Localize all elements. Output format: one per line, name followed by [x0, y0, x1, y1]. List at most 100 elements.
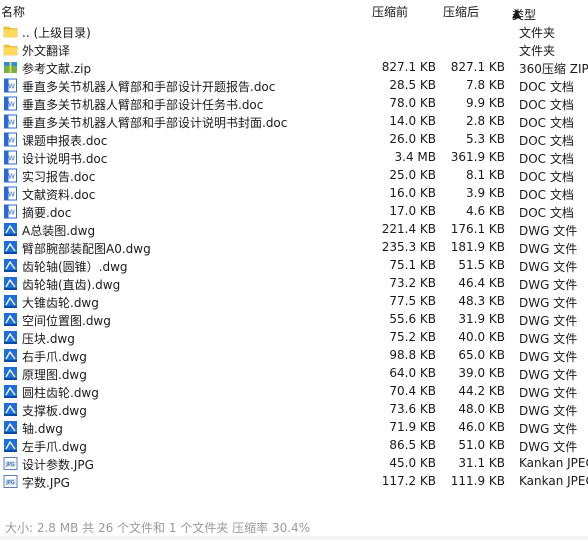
column-compressed-header[interactable]: 压缩后	[443, 3, 479, 20]
file-name: 轴.dwg	[22, 422, 63, 436]
jpg-icon: JPG	[3, 474, 18, 489]
file-size: 14.0 KB	[389, 114, 436, 128]
column-size-header[interactable]: 压缩前	[372, 3, 408, 20]
file-row[interactable]: W 垂直多关节机器人臂部和手部设计开题报告.doc 28.5 KB 7.8 KB DOC…	[0, 77, 588, 95]
file-name: 齿轮轴(圆锥）.dwg	[22, 260, 128, 274]
svg-text:W: W	[8, 155, 15, 163]
file-size: 70.4 KB	[389, 384, 436, 398]
dwg-icon	[3, 438, 18, 453]
file-row[interactable]: W 垂直多关节机器人臂部和手部设计说明书封面.doc 14.0 KB 2.8 KB DO…	[0, 113, 588, 131]
file-row[interactable]: JPG 字数.JPG 117.2 KB 111.9 KB Kankan JPEG	[0, 473, 588, 491]
doc-icon: W	[3, 168, 18, 183]
dwg-icon	[3, 402, 18, 417]
column-name-header[interactable]: 名称	[1, 3, 25, 20]
file-compressed-size: 7.8 KB	[466, 78, 505, 92]
file-size: 3.4 MB	[394, 150, 436, 164]
file-name: 齿轮轴(直齿).dwg	[22, 278, 121, 292]
file-row[interactable]: 空间位置图.dwg 55.6 KB 31.9 KB DWG 文件	[0, 311, 588, 329]
file-compressed-size: 8.1 KB	[466, 168, 505, 182]
file-type: 文件夹	[519, 44, 556, 58]
file-name: 圆柱齿轮.dwg	[22, 386, 99, 400]
folder-icon	[3, 24, 18, 39]
file-row[interactable]: 支撑板.dwg 73.6 KB 48.0 KB DWG 文件	[0, 401, 588, 419]
file-row[interactable]: 齿轮轴(直齿).dwg 73.2 KB 46.4 KB DWG 文件	[0, 275, 588, 293]
file-row[interactable]: 左手爪.dwg 86.5 KB 51.0 KB DWG 文件	[0, 437, 588, 455]
file-row[interactable]: JPG 设计参数.JPG 45.0 KB 31.1 KB Kankan JPEG	[0, 455, 588, 473]
doc-icon: W	[3, 150, 18, 165]
file-size: 28.5 KB	[389, 78, 436, 92]
file-name: 支撑板.dwg	[22, 404, 87, 418]
dwg-icon	[3, 222, 18, 237]
file-row[interactable]: 右手爪.dwg 98.8 KB 65.0 KB DWG 文件	[0, 347, 588, 365]
file-name: 参考文献.zip	[22, 62, 92, 76]
file-type: DWG 文件	[519, 332, 578, 346]
file-type: DWG 文件	[519, 296, 578, 310]
dwg-icon	[3, 312, 18, 327]
file-name: 设计说明书.doc	[22, 152, 108, 166]
file-row[interactable]: 大锥齿轮.dwg 77.5 KB 48.3 KB DWG 文件	[0, 293, 588, 311]
file-type: DWG 文件	[519, 386, 578, 400]
file-type: 360压缩 ZIP	[519, 62, 588, 76]
file-type: DOC 文档	[519, 152, 574, 166]
file-type: DOC 文档	[519, 98, 574, 112]
file-row[interactable]: W 摘要.doc 17.0 KB 4.6 KB DOC 文档	[0, 203, 588, 221]
file-row[interactable]: W 文献资料.doc 16.0 KB 3.9 KB DOC 文档	[0, 185, 588, 203]
svg-text:W: W	[8, 137, 15, 145]
file-name: 压块.dwg	[22, 332, 75, 346]
file-row[interactable]: W 垂直多关节机器人臂部和手部设计任务书.doc 78.0 KB 9.9 KB DOC …	[0, 95, 588, 113]
file-row[interactable]: 原理图.dwg 64.0 KB 39.0 KB DWG 文件	[0, 365, 588, 383]
file-size: 827.1 KB	[381, 60, 436, 74]
file-size: 117.2 KB	[381, 474, 436, 488]
file-compressed-size: 31.9 KB	[458, 312, 505, 326]
doc-icon: W	[3, 204, 18, 219]
file-row[interactable]: 圆柱齿轮.dwg 70.4 KB 44.2 KB DWG 文件	[0, 383, 588, 401]
file-size: 75.1 KB	[389, 258, 436, 272]
file-compressed-size: 5.3 KB	[466, 132, 505, 146]
bottom-edge	[0, 536, 588, 540]
file-name: 左手爪.dwg	[22, 440, 87, 454]
file-row[interactable]: 齿轮轴(圆锥）.dwg 75.1 KB 51.5 KB DWG 文件	[0, 257, 588, 275]
file-row[interactable]: W 设计说明书.doc 3.4 MB 361.9 KB DOC 文档	[0, 149, 588, 167]
column-type-label: 类型	[512, 8, 537, 22]
file-compressed-size: 48.0 KB	[458, 402, 505, 416]
jpg-icon: JPG	[3, 456, 18, 471]
file-type: DOC 文档	[519, 116, 574, 130]
file-name: 文献资料.doc	[22, 188, 96, 202]
file-compressed-size: 46.0 KB	[458, 420, 505, 434]
file-type: DOC 文档	[519, 80, 574, 94]
file-compressed-size: 46.4 KB	[458, 276, 505, 290]
dwg-icon	[3, 420, 18, 435]
file-row[interactable]: 轴.dwg 71.9 KB 46.0 KB DWG 文件	[0, 419, 588, 437]
file-row[interactable]: 压块.dwg 75.2 KB 40.0 KB DWG 文件	[0, 329, 588, 347]
file-compressed-size: 181.9 KB	[450, 240, 505, 254]
file-size: 64.0 KB	[389, 366, 436, 380]
file-name: 垂直多关节机器人臂部和手部设计任务书.doc	[22, 98, 264, 112]
file-type: DWG 文件	[519, 314, 578, 328]
file-row[interactable]: .. (上级目录) 文件夹	[0, 23, 588, 41]
file-row[interactable]: 臂部腕部装配图A0.dwg 235.3 KB 181.9 KB DWG 文件	[0, 239, 588, 257]
file-row[interactable]: 参考文献.zip 827.1 KB 827.1 KB 360压缩 ZIP	[0, 59, 588, 77]
file-name: 垂直多关节机器人臂部和手部设计开题报告.doc	[22, 80, 276, 94]
file-type: DWG 文件	[519, 350, 578, 364]
file-row[interactable]: W 实习报告.doc 25.0 KB 8.1 KB DOC 文档	[0, 167, 588, 185]
file-row[interactable]: W 课题申报表.doc 26.0 KB 5.3 KB DOC 文档	[0, 131, 588, 149]
file-name: 字数.JPG	[22, 476, 70, 490]
svg-text:W: W	[8, 83, 15, 91]
file-compressed-size: 51.0 KB	[458, 438, 505, 452]
file-size: 221.4 KB	[381, 222, 436, 236]
file-name: 垂直多关节机器人臂部和手部设计说明书封面.doc	[22, 116, 288, 130]
dwg-icon	[3, 258, 18, 273]
file-size: 16.0 KB	[389, 186, 436, 200]
file-type: DOC 文档	[519, 134, 574, 148]
file-row[interactable]: A总装图.dwg 221.4 KB 176.1 KB DWG 文件	[0, 221, 588, 239]
file-name: 外文翻译	[22, 44, 71, 58]
column-header: 名称 压缩前 压缩后 ▲ 类型	[0, 0, 588, 22]
file-row[interactable]: 外文翻译 文件夹	[0, 41, 588, 59]
file-name: 臂部腕部装配图A0.dwg	[22, 242, 151, 256]
file-name: 摘要.doc	[22, 206, 72, 220]
file-name: A总装图.dwg	[22, 224, 96, 238]
file-name: 右手爪.dwg	[22, 350, 87, 364]
zip-icon	[3, 60, 18, 75]
file-type: 文件夹	[519, 26, 556, 40]
file-size: 55.6 KB	[389, 312, 436, 326]
